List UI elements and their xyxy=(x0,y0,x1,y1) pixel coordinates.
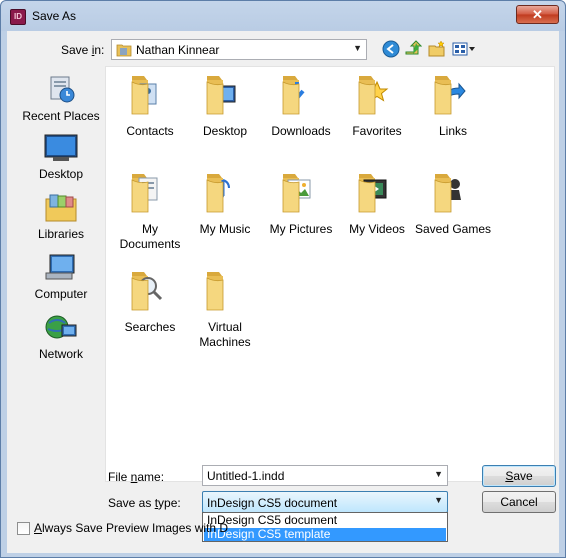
view-grid-icon xyxy=(452,42,475,56)
downloads-folder-icon xyxy=(282,76,305,115)
folder-name: Downloads xyxy=(271,124,331,138)
type-option-template[interactable]: InDesign CS5 template xyxy=(204,528,446,541)
folder-item[interactable]: Desktop xyxy=(185,70,265,139)
new-folder-icon xyxy=(428,40,445,57)
file-name-value[interactable]: Untitled-1.indd xyxy=(207,469,284,483)
place-label: Desktop xyxy=(38,167,84,181)
file-list-view[interactable]: Contacts Desktop Downloads Favorites Links My… xyxy=(105,66,555,482)
folder-item[interactable]: Searches xyxy=(110,266,190,335)
back-button[interactable] xyxy=(381,39,401,59)
saved-games-folder-icon xyxy=(434,174,461,213)
file-name-label: File name: xyxy=(108,470,165,484)
folder-item[interactable]: My Music xyxy=(185,168,265,237)
network-icon xyxy=(45,315,77,339)
music-folder-icon xyxy=(206,174,230,213)
folder-item[interactable]: Links xyxy=(413,70,493,139)
folder-item[interactable]: Contacts xyxy=(110,70,190,139)
folder-item[interactable]: My Pictures xyxy=(261,168,341,237)
save-as-type-combo[interactable]: InDesign CS5 document ▼ xyxy=(202,491,448,513)
save-button[interactable]: Save xyxy=(482,465,556,487)
place-recent-places[interactable]: Recent Places xyxy=(13,73,109,123)
contacts-folder-icon xyxy=(131,76,157,115)
folder-name: My Videos xyxy=(349,222,405,236)
up-folder-button[interactable] xyxy=(403,39,423,59)
folder-item[interactable]: Favorites xyxy=(337,70,417,139)
save-as-type-value: InDesign CS5 document xyxy=(207,496,338,510)
dialog-body: Save in: Nathan Kinnear ▼ Recent Places … xyxy=(7,31,559,553)
back-arrow-icon xyxy=(382,40,400,58)
user-folder-icon xyxy=(116,44,132,57)
place-label: Computer xyxy=(34,287,88,301)
cancel-button[interactable]: Cancel xyxy=(482,491,556,513)
place-desktop[interactable]: Desktop xyxy=(13,133,109,181)
preview-images-option: Always Save Preview Images with D xyxy=(17,521,228,535)
chevron-down-icon[interactable]: ▼ xyxy=(434,469,443,479)
folder-item[interactable]: Downloads xyxy=(261,70,341,139)
desktop-folder-icon xyxy=(206,76,236,115)
folder-name: Virtual xyxy=(208,320,242,334)
recent-places-icon xyxy=(50,76,75,103)
folder-name: Links xyxy=(438,124,467,138)
close-button[interactable]: ✕ xyxy=(516,5,559,24)
documents-folder-icon xyxy=(131,174,158,213)
chevron-down-icon[interactable]: ▼ xyxy=(434,495,443,505)
videos-folder-icon xyxy=(358,174,387,213)
save-in-combo[interactable]: Nathan Kinnear ▼ xyxy=(111,39,367,60)
folder-item[interactable]: My Documents xyxy=(110,168,190,252)
place-libraries[interactable]: Libraries xyxy=(13,193,109,241)
up-arrow-icon xyxy=(405,40,422,55)
searches-folder-icon xyxy=(131,272,163,311)
save-as-type-dropdown: InDesign CS5 document InDesign CS5 templ… xyxy=(202,512,448,542)
folder-item[interactable]: My Videos xyxy=(337,168,417,237)
save-in-value: Nathan Kinnear xyxy=(136,43,220,57)
folder-name: Contacts xyxy=(126,124,174,138)
folder-item[interactable]: Saved Games xyxy=(413,168,493,237)
new-folder-button[interactable] xyxy=(427,39,447,59)
place-label: Recent Places xyxy=(22,109,100,123)
computer-icon xyxy=(45,254,75,280)
pictures-folder-icon xyxy=(282,174,311,213)
view-menu-button[interactable] xyxy=(451,39,477,59)
desktop-icon xyxy=(44,134,78,161)
chevron-down-icon[interactable]: ▼ xyxy=(353,43,362,53)
save-as-type-label: Save as type: xyxy=(108,496,181,510)
folder-name: Desktop xyxy=(202,124,248,138)
virtual-machines-folder-icon xyxy=(206,272,224,311)
file-name-combo[interactable]: Untitled-1.indd ▼ xyxy=(202,465,448,486)
indesign-app-icon: ID xyxy=(10,9,26,25)
libraries-icon xyxy=(45,194,77,222)
folder-name: My Pictures xyxy=(269,222,333,236)
type-option-document[interactable]: InDesign CS5 document xyxy=(204,514,446,527)
preview-images-label[interactable]: Always Save Preview Images with D xyxy=(34,521,228,535)
save-in-label: Save in: xyxy=(61,43,105,57)
links-folder-icon xyxy=(434,76,466,115)
folder-name-line2: Documents xyxy=(119,237,181,251)
place-network[interactable]: Network xyxy=(13,313,109,361)
places-bar: Recent Places Desktop Libraries Computer… xyxy=(13,71,109,511)
folder-name: Favorites xyxy=(352,124,402,138)
title-bar[interactable]: ID Save As ✕ xyxy=(1,1,565,31)
place-label: Libraries xyxy=(37,227,85,241)
favorites-folder-icon xyxy=(358,76,389,115)
folder-name: My xyxy=(142,222,158,236)
window-title: Save As xyxy=(32,9,77,23)
preview-images-checkbox[interactable] xyxy=(17,521,30,535)
place-label: Network xyxy=(38,347,83,361)
folder-name: Searches xyxy=(124,320,176,334)
folder-name: My Music xyxy=(199,222,251,236)
folder-item[interactable]: Virtual Machines xyxy=(185,266,265,350)
folder-name-line2: Machines xyxy=(199,335,251,349)
folder-name: Saved Games xyxy=(414,222,492,236)
place-computer[interactable]: Computer xyxy=(13,253,109,301)
save-as-dialog: ID Save As ✕ Save in: Nathan Kinnear ▼ R… xyxy=(0,0,566,558)
